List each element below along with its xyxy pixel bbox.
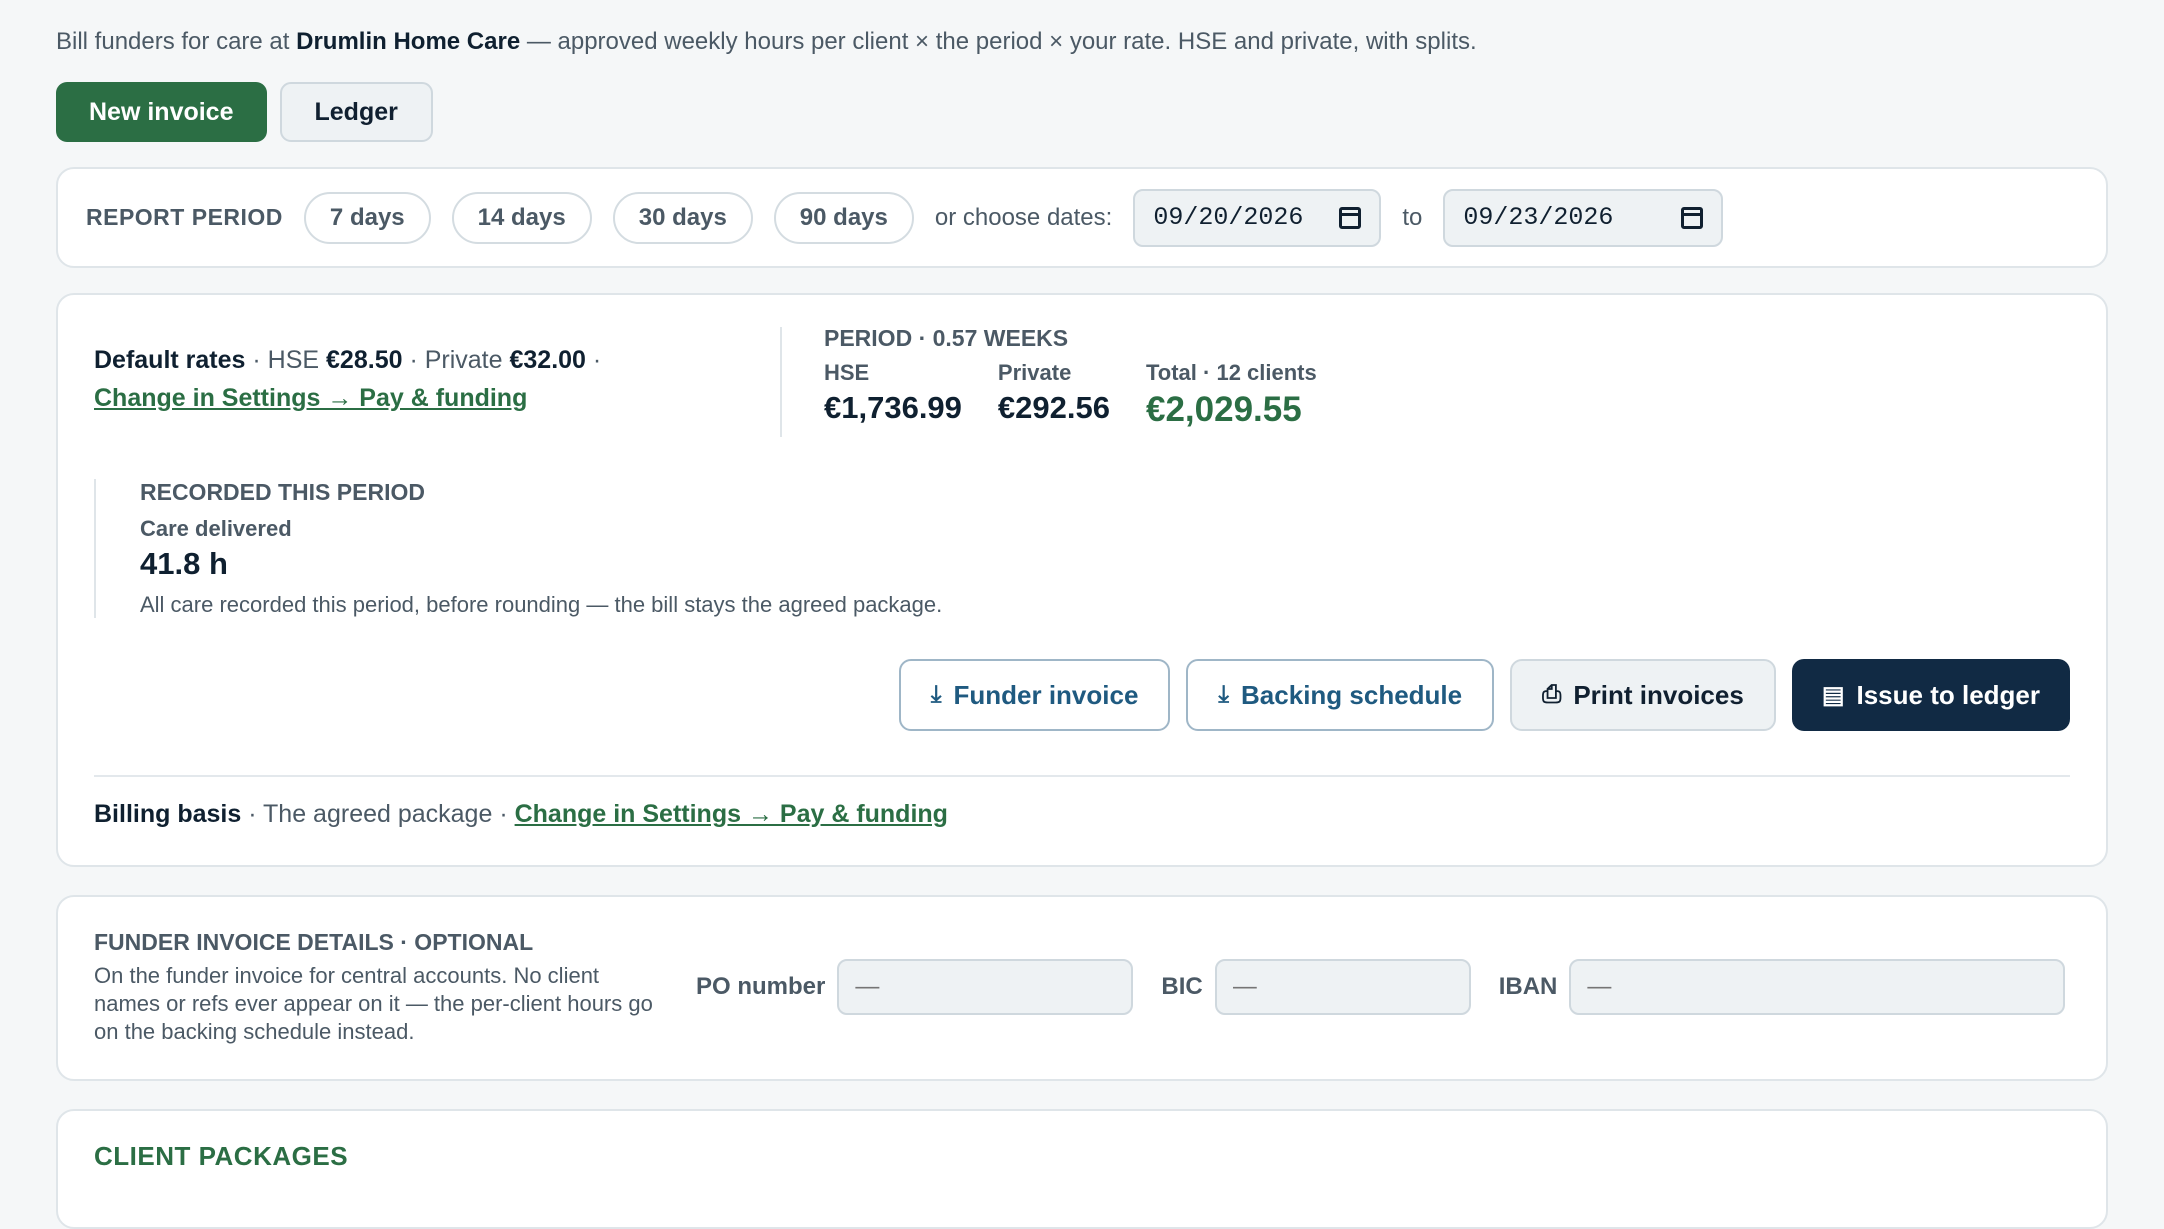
start-date-value: 09/20/2026 — [1153, 203, 1304, 232]
private-total: Private €292.56 — [997, 360, 1110, 425]
ledger-button[interactable]: Ledger — [279, 82, 433, 142]
print-invoices-button[interactable]: ⎙ Print invoices — [1510, 659, 1776, 731]
recorded-note: All care recorded this period, before ro… — [140, 592, 943, 617]
iban-input[interactable] — [1569, 959, 2066, 1015]
hse-rate-label: HSE — [267, 346, 320, 374]
report-period-card: REPORT PERIOD 7 days 14 days 30 days 90 … — [56, 167, 2108, 268]
new-invoice-button[interactable]: New invoice — [56, 82, 267, 142]
funder-details-title: FUNDER INVOICE DETAILS · OPTIONAL — [94, 929, 534, 955]
to-label: to — [1402, 203, 1423, 231]
billing-basis-label: Billing basis — [94, 800, 242, 828]
hse-rate-value: €28.50 — [326, 346, 403, 374]
po-number-input[interactable] — [837, 959, 1134, 1015]
download-icon: ⤓ — [930, 681, 942, 708]
iban-label: IBAN — [1498, 973, 1558, 1000]
client-packages-card: CLIENT PACKAGES — [56, 1109, 2108, 1229]
care-delivered-label: Care delivered — [140, 516, 292, 541]
billing-settings-link[interactable]: Change in Settings → Pay & funding — [515, 800, 948, 828]
divider — [780, 327, 782, 437]
start-date-input[interactable]: 09/20/2026 — [1133, 188, 1382, 247]
bic-input[interactable] — [1214, 959, 1471, 1015]
intro-text: Bill funders for care at Drumlin Home Ca… — [56, 22, 2108, 62]
top-toolbar: New invoice Ledger — [56, 82, 2108, 142]
invoice-page: Bill funders for care at Drumlin Home Ca… — [0, 0, 2164, 1229]
funder-details-text: On the funder invoice for central accoun… — [94, 963, 653, 1044]
preset-90-days[interactable]: 90 days — [773, 191, 914, 244]
printer-icon: ⎙ — [1542, 681, 1562, 708]
issue-to-ledger-button[interactable]: ▤ Issue to ledger — [1791, 659, 2070, 731]
backing-schedule-button[interactable]: ⤓ Backing schedule — [1186, 659, 1495, 731]
end-date-input[interactable]: 09/23/2026 — [1443, 188, 1724, 247]
billing-basis: Billing basis · The agreed package · Cha… — [94, 800, 948, 828]
summary-card: Default rates · HSE €28.50 · Private €32… — [56, 293, 2108, 867]
period-summary: PERIOD · 0.57 WEEKS HSE €1,736.99 Privat… — [824, 325, 1317, 430]
preset-7-days[interactable]: 7 days — [303, 191, 431, 244]
calendar-icon[interactable] — [1339, 206, 1362, 229]
rates-settings-link[interactable]: Change in Settings → Pay & funding — [94, 384, 527, 412]
billing-basis-value: The agreed package — [263, 800, 493, 828]
document-icon: ▤ — [1821, 681, 1845, 709]
calendar-icon[interactable] — [1681, 206, 1704, 229]
client-packages-title: CLIENT PACKAGES — [94, 1141, 349, 1171]
grand-total: Total · 12 clients €2,029.55 — [1145, 360, 1317, 429]
report-period-label: REPORT PERIOD — [86, 204, 283, 230]
download-icon: ⤓ — [1218, 681, 1230, 708]
divider — [94, 775, 2070, 777]
hse-total: HSE €1,736.99 — [824, 360, 962, 425]
funder-details-card: FUNDER INVOICE DETAILS · OPTIONAL On the… — [56, 895, 2108, 1081]
company-name: Drumlin Home Care — [296, 28, 521, 55]
private-rate-value: €32.00 — [509, 346, 586, 374]
recorded-title: RECORDED THIS PERIOD — [140, 479, 425, 505]
intro-prefix: Bill funders for care at — [56, 28, 297, 55]
recorded-this-period: RECORDED THIS PERIOD Care delivered 41.8… — [94, 479, 942, 618]
default-rates-label: Default rates — [94, 346, 246, 374]
preset-30-days[interactable]: 30 days — [612, 191, 753, 244]
preset-14-days[interactable]: 14 days — [451, 191, 592, 244]
period-title: PERIOD · 0.57 WEEKS — [824, 325, 1069, 351]
intro-suffix: — approved weekly hours per client × the… — [520, 28, 1477, 55]
funder-invoice-button[interactable]: ⤓ Funder invoice — [898, 659, 1171, 731]
bic-label: BIC — [1161, 973, 1203, 1000]
default-rates: Default rates · HSE €28.50 · Private €32… — [94, 346, 602, 412]
po-number-label: PO number — [696, 973, 826, 1000]
end-date-value: 09/23/2026 — [1463, 203, 1614, 232]
invoice-actions: ⤓ Funder invoice ⤓ Backing schedule ⎙ Pr… — [898, 659, 2070, 731]
private-rate-label: Private — [424, 346, 503, 374]
funder-fields: PO number BIC IBAN — [696, 959, 2066, 1015]
care-delivered-value: 41.8 h — [140, 546, 228, 581]
choose-dates-label: or choose dates: — [934, 203, 1113, 231]
